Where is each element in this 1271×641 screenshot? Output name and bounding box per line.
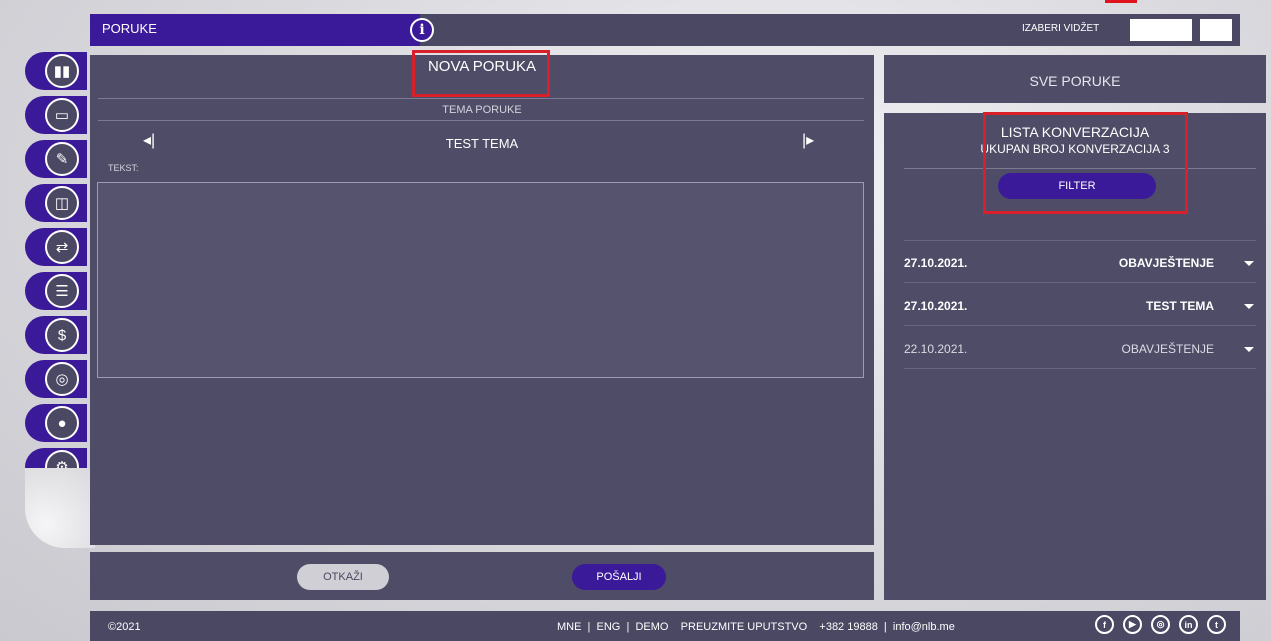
divider bbox=[98, 98, 864, 99]
conversation-row[interactable]: 22.10.2021. OBAVJEŠTENJE bbox=[904, 327, 1256, 369]
topic-label: TEMA PORUKE bbox=[442, 104, 522, 116]
text-label: TEKST: bbox=[108, 163, 139, 173]
sidebar-decoration bbox=[25, 468, 95, 548]
sidebar-item-savings[interactable]: ◎ bbox=[25, 360, 87, 398]
facebook-icon[interactable]: f bbox=[1095, 615, 1114, 634]
highlight-box-list bbox=[983, 112, 1188, 214]
chevron-down-icon[interactable] bbox=[1244, 347, 1254, 352]
instagram-icon[interactable]: ◎ bbox=[1151, 615, 1170, 634]
info-icon[interactable]: i bbox=[410, 18, 434, 42]
sidebar-item-overview[interactable]: ▮▮ bbox=[25, 52, 87, 90]
topic-value[interactable]: TEST TEMA bbox=[90, 136, 874, 151]
widget-select-button[interactable] bbox=[1200, 19, 1232, 41]
twitter-icon[interactable]: t bbox=[1207, 615, 1226, 634]
action-bar bbox=[90, 552, 874, 600]
cancel-button[interactable]: OTKAŽI bbox=[297, 564, 389, 590]
conversation-date: 27.10.2021. bbox=[904, 256, 968, 270]
divider bbox=[98, 120, 864, 121]
top-indicator bbox=[1105, 0, 1137, 3]
sidebar-item-list[interactable]: ☰ bbox=[25, 272, 87, 310]
sidebar-item-cards[interactable]: ▭ bbox=[25, 96, 87, 134]
copyright: ©2021 bbox=[108, 621, 141, 633]
chevron-down-icon[interactable] bbox=[1244, 261, 1254, 266]
conversation-subject: OBAVJEŠTENJE bbox=[1121, 342, 1214, 356]
sidebar-item-devices[interactable]: ◫ bbox=[25, 184, 87, 222]
sidebar-item-signature[interactable]: ✎ bbox=[25, 140, 87, 178]
coins-icon: ◎ bbox=[45, 362, 79, 396]
topic-next-icon[interactable]: |▸ bbox=[802, 130, 814, 150]
devices-icon: ◫ bbox=[45, 186, 79, 220]
conversation-row[interactable]: 27.10.2021. OBAVJEŠTENJE bbox=[904, 241, 1256, 283]
location-icon: ● bbox=[45, 406, 79, 440]
signature-icon: ✎ bbox=[45, 142, 79, 176]
widget-select-label: IZABERI VIDŽET bbox=[1022, 23, 1100, 34]
all-messages-label: SVE PORUKE bbox=[1029, 73, 1121, 89]
highlight-box-compose bbox=[412, 50, 550, 97]
conversation-subject: TEST TEMA bbox=[1146, 299, 1214, 313]
linkedin-icon[interactable]: in bbox=[1179, 615, 1198, 634]
page-title: PORUKE bbox=[102, 21, 157, 36]
send-button[interactable]: POŠALJI bbox=[572, 564, 666, 590]
footer-links[interactable]: MNE | ENG | DEMO PREUZMITE UPUTSTVO +382… bbox=[557, 621, 955, 633]
bar-chart-icon: ▮▮ bbox=[45, 54, 79, 88]
sidebar-item-transfer[interactable]: ⇄ bbox=[25, 228, 87, 266]
message-textarea[interactable] bbox=[97, 182, 864, 378]
card-icon: ▭ bbox=[45, 98, 79, 132]
conversation-row[interactable]: 27.10.2021. TEST TEMA bbox=[904, 284, 1256, 326]
conversation-subject: OBAVJEŠTENJE bbox=[1118, 256, 1214, 270]
conversation-date: 22.10.2021. bbox=[904, 342, 968, 356]
chevron-down-icon[interactable] bbox=[1244, 304, 1254, 309]
social-links: f ▶ ◎ in t bbox=[1095, 615, 1226, 635]
sidebar-item-payments[interactable]: $ bbox=[25, 316, 87, 354]
dollar-icon: $ bbox=[45, 318, 79, 352]
list-icon: ☰ bbox=[45, 274, 79, 308]
transfer-icon: ⇄ bbox=[45, 230, 79, 264]
conversation-date: 27.10.2021. bbox=[904, 299, 968, 313]
sidebar-item-locations[interactable]: ● bbox=[25, 404, 87, 442]
youtube-icon[interactable]: ▶ bbox=[1123, 615, 1142, 634]
widget-select-input[interactable] bbox=[1130, 19, 1192, 41]
